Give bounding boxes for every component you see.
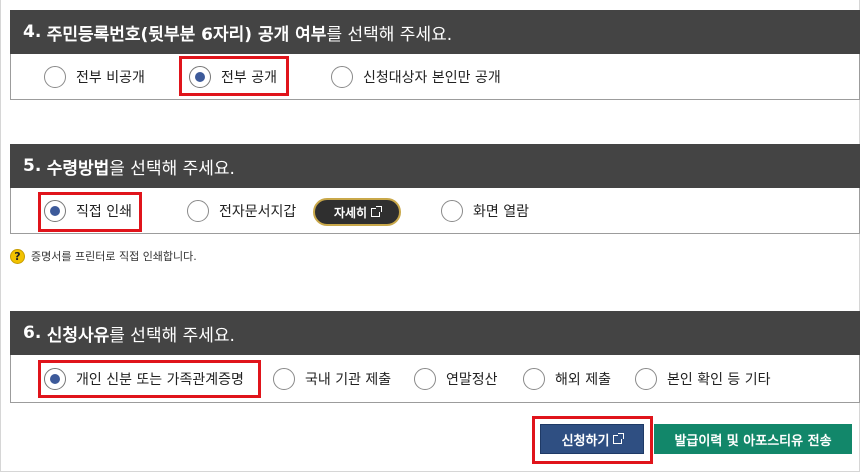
section6-title-rest: 를 선택해 주세요.	[109, 325, 235, 346]
section5-title-rest: 을 선택해 주세요.	[109, 158, 235, 179]
radio-option-self-only[interactable]: 신청대상자 본인만 공개	[331, 64, 501, 90]
section5-header: 5. 수령방법 을 선택해 주세요.	[10, 144, 860, 188]
radio-button-selected[interactable]	[189, 66, 211, 88]
radio-button[interactable]	[414, 368, 436, 390]
help-text: 증명서를 프린터로 직접 인쇄합니다.	[31, 250, 197, 263]
external-link-icon	[613, 432, 625, 444]
apply-button[interactable]: 신청하기	[540, 424, 644, 454]
radio-button-selected[interactable]	[44, 200, 66, 222]
section4-header: 4. 주민등록번호(뒷부분 6자리) 공개 여부 를 선택해 주세요.	[10, 10, 860, 54]
section5-number: 5.	[23, 156, 42, 176]
section4-title: 주민등록번호(뒷부분 6자리) 공개 여부	[46, 24, 327, 45]
radio-label: 국내 기관 제출	[305, 372, 392, 388]
radio-option-overseas[interactable]: 해외 제출	[523, 366, 611, 392]
radio-option-domestic-agency[interactable]: 국내 기관 제출	[273, 366, 391, 392]
section4-body: 전부 비공개 전부 공개 신청대상자 본인만 공개	[10, 54, 860, 100]
issue-history-button-label: 발급이력 및 아포스티유 전송	[674, 433, 832, 449]
radio-label: 전부 공개	[221, 70, 277, 86]
radio-option-all-public[interactable]: 전부 공개	[189, 64, 277, 90]
section6-header: 6. 신청사유 를 선택해 주세요.	[10, 311, 860, 355]
radio-button[interactable]	[441, 200, 463, 222]
radio-label: 직접 인쇄	[76, 204, 132, 220]
detail-button[interactable]: 자세히	[313, 198, 401, 226]
radio-option-direct-print[interactable]: 직접 인쇄	[44, 198, 132, 224]
radio-label: 신청대상자 본인만 공개	[363, 70, 501, 86]
radio-label: 본인 확인 등 기타	[667, 372, 771, 388]
radio-button-selected[interactable]	[44, 368, 66, 390]
section6-number: 6.	[23, 323, 42, 343]
radio-label: 연말정산	[446, 372, 498, 388]
radio-label: 해외 제출	[555, 372, 611, 388]
external-link-icon	[371, 205, 383, 217]
radio-button[interactable]	[273, 368, 295, 390]
radio-option-year-end-tax[interactable]: 연말정산	[414, 366, 498, 392]
section4-number: 4.	[23, 22, 42, 42]
radio-label: 전부 비공개	[76, 70, 145, 86]
radio-option-screen-view[interactable]: 화면 열람	[441, 198, 529, 224]
section6-body: 개인 신분 또는 가족관계증명 국내 기관 제출 연말정산 해외 제출 본인 확…	[10, 355, 860, 403]
radio-option-e-wallet[interactable]: 전자문서지갑	[187, 198, 296, 224]
radio-button[interactable]	[187, 200, 209, 222]
radio-option-all-private[interactable]: 전부 비공개	[44, 64, 145, 90]
section6-title: 신청사유	[46, 325, 110, 346]
radio-button[interactable]	[635, 368, 657, 390]
radio-label: 전자문서지갑	[219, 204, 297, 220]
detail-button-label: 자세히	[333, 205, 368, 220]
help-note: ? 증명서를 프린터로 직접 인쇄합니다.	[10, 248, 197, 264]
issue-history-button[interactable]: 발급이력 및 아포스티유 전송	[654, 424, 852, 454]
radio-button[interactable]	[331, 66, 353, 88]
radio-option-other[interactable]: 본인 확인 등 기타	[635, 366, 771, 392]
radio-label: 개인 신분 또는 가족관계증명	[76, 372, 244, 388]
section5-body: 직접 인쇄 전자문서지갑 자세히 화면 열람	[10, 188, 860, 234]
apply-button-label: 신청하기	[561, 433, 610, 449]
radio-label: 화면 열람	[473, 204, 529, 220]
section5-title: 수령방법	[46, 158, 110, 179]
section4-title-rest: 를 선택해 주세요.	[326, 24, 453, 45]
question-icon: ?	[10, 248, 25, 264]
radio-button[interactable]	[523, 368, 545, 390]
radio-option-personal-family[interactable]: 개인 신분 또는 가족관계증명	[44, 366, 244, 392]
radio-button[interactable]	[44, 66, 66, 88]
